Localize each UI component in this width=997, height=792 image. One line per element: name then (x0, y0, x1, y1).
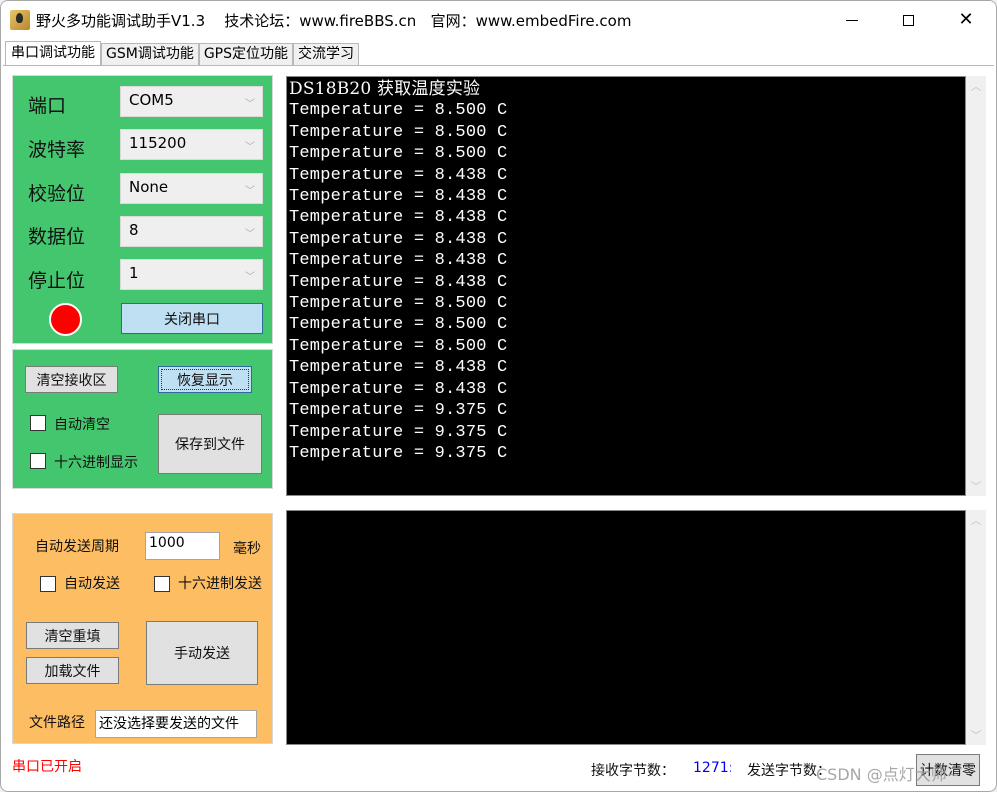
period-unit-label: 毫秒 (233, 541, 261, 557)
databits-value: 8 (129, 221, 139, 239)
tab-gps[interactable]: GPS定位功能 (198, 43, 294, 65)
receive-line: Temperature = 8.438 C (289, 208, 508, 228)
parity-select[interactable]: None ﹀ (120, 173, 263, 204)
receive-line: Temperature = 9.375 C (289, 422, 508, 442)
rx-count-value: 1271: (693, 760, 731, 776)
receive-line: Temperature = 9.375 C (289, 401, 508, 421)
scroll-up-icon[interactable]: ︿ (966, 76, 986, 96)
port-status-led (49, 303, 82, 336)
scroll-up-icon[interactable]: ︿ (966, 510, 986, 530)
receive-line: Temperature = 8.500 C (289, 144, 508, 164)
port-label: 端口 (28, 95, 67, 117)
hex-display-label: 十六进制显示 (54, 455, 138, 471)
load-file-button[interactable]: 加载文件 (26, 657, 119, 684)
save-to-file-button[interactable]: 保存到文件 (158, 414, 262, 474)
port-status-text: 串口已开启 (12, 759, 82, 775)
parity-value: None (129, 178, 169, 196)
stopbits-label: 停止位 (28, 270, 86, 292)
title-bar[interactable]: 野火多功能调试助手V1.3 技术论坛：www.fireBBS.cn 官网：www… (1, 1, 996, 39)
send-period-input[interactable]: 1000 (145, 532, 220, 560)
hex-send-checkbox[interactable] (154, 576, 170, 592)
receive-scrollbar[interactable]: ︿ ﹀ (966, 76, 986, 496)
scroll-down-icon[interactable]: ﹀ (966, 725, 986, 745)
close-icon: ✕ (958, 9, 974, 30)
auto-clear-label: 自动清空 (54, 417, 110, 433)
receive-line: Temperature = 8.438 C (289, 272, 508, 292)
receive-line: Temperature = 8.438 C (289, 165, 508, 185)
receive-lines: Temperature = 8.500 C Temperature = 8.500… (289, 100, 963, 464)
app-window: 野火多功能调试助手V1.3 技术论坛：www.fireBBS.cn 官网：www… (0, 0, 997, 792)
receive-line: Temperature = 8.438 C (289, 229, 508, 249)
receive-line: Temperature = 8.500 C (289, 315, 508, 335)
baud-value: 115200 (129, 134, 187, 152)
receive-line: Temperature = 8.438 C (289, 251, 508, 271)
databits-label: 数据位 (28, 226, 86, 248)
maximize-icon (902, 14, 914, 26)
auto-send-label: 自动发送 (64, 576, 120, 592)
port-select[interactable]: COM5 ﹀ (120, 86, 263, 117)
tab-bar: 串口调试功能 GSM调试功能 GPS定位功能 交流学习 (5, 41, 360, 65)
stopbits-value: 1 (129, 264, 139, 282)
window-title: 野火多功能调试助手V1.3 技术论坛：www.fireBBS.cn 官网：www… (36, 12, 632, 30)
hex-display-checkbox[interactable] (30, 453, 46, 469)
parity-label: 校验位 (28, 183, 86, 205)
databits-select[interactable]: 8 ﹀ (120, 216, 263, 247)
chevron-down-icon: ﹀ (245, 272, 255, 283)
chevron-down-icon: ﹀ (245, 142, 255, 153)
receive-line: Temperature = 8.438 C (289, 379, 508, 399)
baud-label: 波特率 (28, 139, 86, 161)
receive-line: Temperature = 8.438 C (289, 358, 508, 378)
clear-receive-button[interactable]: 清空接收区 (25, 366, 118, 393)
minimize-icon (846, 19, 858, 21)
auto-send-checkbox[interactable] (40, 576, 56, 592)
rx-count-label: 接收字节数： (591, 763, 675, 779)
port-value: COM5 (129, 91, 174, 109)
chevron-down-icon: ﹀ (245, 229, 255, 240)
minimize-button[interactable] (823, 1, 881, 39)
chevron-down-icon: ﹀ (245, 99, 255, 110)
hex-send-label: 十六进制发送 (178, 576, 262, 592)
close-button[interactable]: ✕ (937, 1, 995, 39)
receive-header-line: DS18B20 获取温度实验 (289, 79, 481, 99)
scroll-down-icon[interactable]: ﹀ (966, 476, 986, 496)
auto-clear-checkbox[interactable] (30, 415, 46, 431)
tab-community[interactable]: 交流学习 (293, 43, 360, 65)
receive-line: Temperature = 8.500 C (289, 294, 508, 314)
receive-textarea[interactable]: DS18B20 获取温度实验 Temperature = 8.500 C Temp… (286, 76, 966, 496)
close-port-button[interactable]: 关闭串口 (121, 303, 263, 334)
send-period-label: 自动发送周期 (35, 539, 119, 555)
maximize-button[interactable] (879, 1, 937, 39)
manual-send-button[interactable]: 手动发送 (146, 621, 258, 685)
stopbits-select[interactable]: 1 ﹀ (120, 259, 263, 290)
watermark: CSDN @点灯大师~ (816, 765, 961, 784)
file-path-input[interactable]: 还没选择要发送的文件 (95, 710, 257, 738)
receive-line: Temperature = 8.500 C (289, 122, 508, 142)
send-scrollbar[interactable]: ︿ ﹀ (966, 510, 986, 745)
tab-serial-debug[interactable]: 串口调试功能 (5, 41, 101, 65)
receive-line: Temperature = 8.500 C (289, 101, 508, 121)
receive-line: Temperature = 8.438 C (289, 187, 508, 207)
receive-line: Temperature = 9.375 C (289, 443, 508, 463)
restore-display-button[interactable]: 恢复显示 (158, 366, 252, 393)
clear-refill-button[interactable]: 清空重填 (26, 622, 119, 649)
send-textarea[interactable] (286, 510, 966, 745)
app-logo-icon (10, 10, 30, 30)
tab-gsm-debug[interactable]: GSM调试功能 (101, 43, 199, 65)
file-path-label: 文件路径 (29, 715, 85, 731)
chevron-down-icon: ﹀ (245, 186, 255, 197)
baud-select[interactable]: 115200 ﹀ (120, 129, 263, 160)
receive-line: Temperature = 8.500 C (289, 336, 508, 356)
